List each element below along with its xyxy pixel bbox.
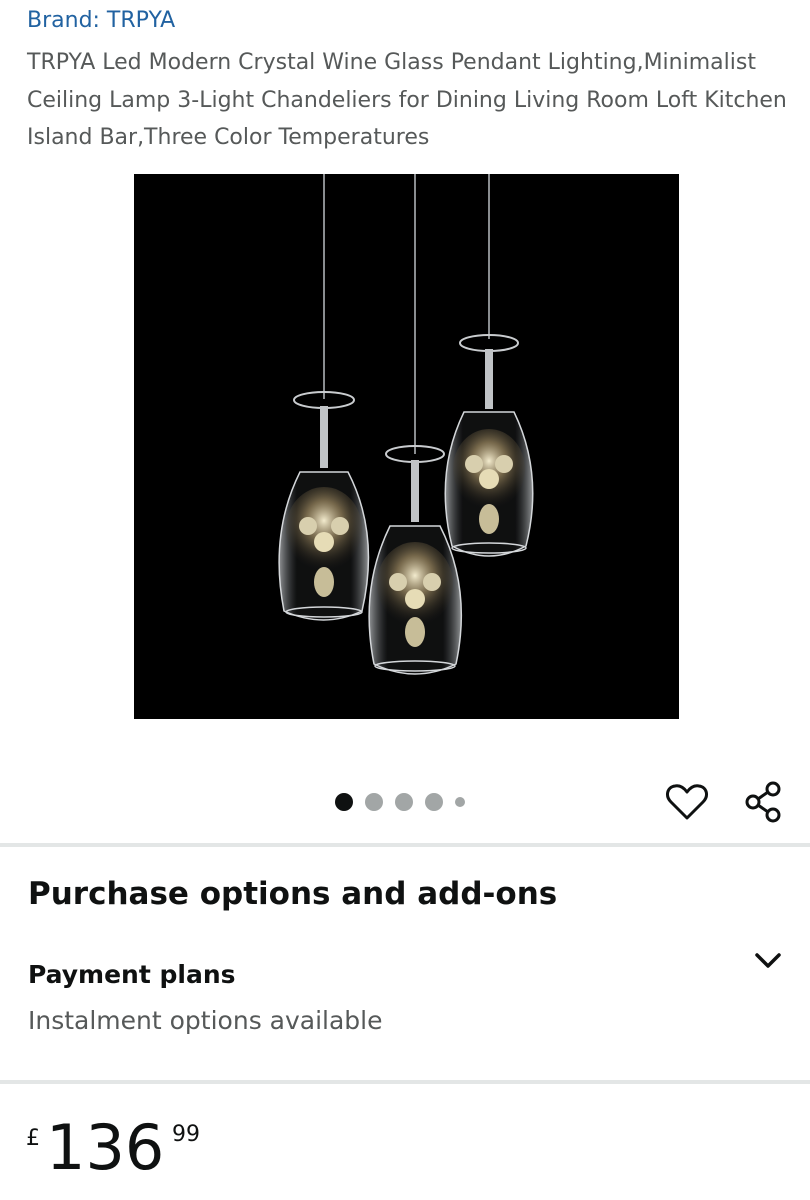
payment-plans-subtitle: Instalment options available [28, 1006, 383, 1035]
carousel-dot[interactable] [425, 793, 443, 811]
section-divider [0, 843, 810, 847]
brand-link[interactable]: Brand: TRPYA [27, 8, 175, 33]
image-carousel-dots[interactable] [335, 791, 465, 813]
price-fraction: 99 [172, 1122, 200, 1147]
payment-plans-label[interactable]: Payment plans [28, 960, 236, 989]
favorite-button[interactable] [665, 783, 709, 821]
price-whole: 136 [46, 1111, 165, 1184]
expand-payment-plans-button[interactable] [750, 943, 786, 979]
pendant-lamp-photo [278, 174, 534, 675]
product-image[interactable] [134, 174, 679, 719]
share-button[interactable] [742, 780, 786, 824]
carousel-dot[interactable] [335, 793, 353, 811]
carousel-dot[interactable] [365, 793, 383, 811]
section-divider [0, 1080, 810, 1084]
share-icon [745, 781, 781, 823]
chevron-down-icon [755, 953, 781, 968]
price-currency-symbol: £ [26, 1126, 40, 1151]
product-title: TRPYA Led Modern Crystal Wine Glass Pend… [27, 50, 787, 150]
carousel-dot[interactable] [395, 793, 413, 811]
heart-icon [666, 784, 708, 820]
purchase-options-heading: Purchase options and add-ons [28, 876, 558, 912]
carousel-dot[interactable] [455, 797, 465, 807]
